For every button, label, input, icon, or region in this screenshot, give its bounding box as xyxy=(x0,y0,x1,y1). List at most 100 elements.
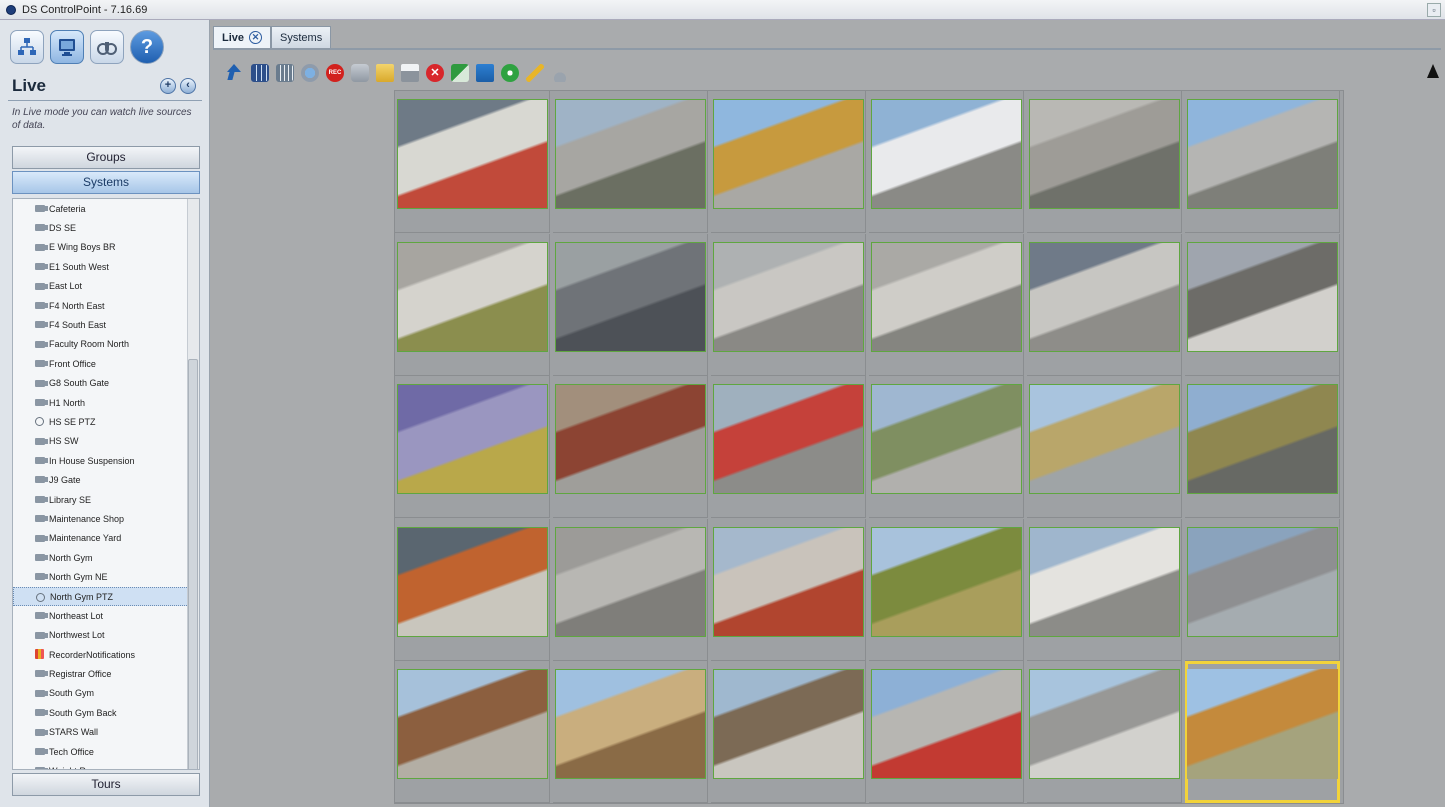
folder-icon[interactable] xyxy=(376,64,394,82)
collapse-button[interactable]: ‹ xyxy=(180,78,196,94)
edit-icon[interactable] xyxy=(476,64,494,82)
close-icon[interactable]: ✕ xyxy=(249,31,263,44)
systems-list-item[interactable]: North Gym NE xyxy=(13,567,199,586)
camera-feed[interactable] xyxy=(1029,526,1180,637)
layout-2x2-icon[interactable] xyxy=(251,64,269,82)
video-tile[interactable] xyxy=(711,91,866,233)
tab-live[interactable]: Live ✕ xyxy=(213,26,272,48)
systems-list-item[interactable]: East Lot xyxy=(13,277,199,296)
camera-feed[interactable] xyxy=(1029,99,1180,209)
systems-list-item[interactable]: HS SE PTZ xyxy=(13,412,199,431)
systems-list-item[interactable]: Registrar Office xyxy=(13,664,199,683)
systems-list-scrollbar[interactable] xyxy=(187,199,199,769)
camera-feed[interactable] xyxy=(1187,99,1338,209)
video-tile[interactable] xyxy=(711,661,866,803)
camera-feed[interactable] xyxy=(555,669,706,779)
camera-feed[interactable] xyxy=(397,241,548,352)
video-tile[interactable] xyxy=(395,376,550,518)
video-tile[interactable] xyxy=(395,91,550,233)
video-tile[interactable] xyxy=(1185,518,1340,661)
systems-list-item[interactable]: E Wing Boys BR xyxy=(13,238,199,257)
camera-icon[interactable] xyxy=(351,64,369,82)
video-tile[interactable] xyxy=(395,518,550,661)
systems-list-item[interactable]: G8 South Gate xyxy=(13,374,199,393)
video-tile[interactable] xyxy=(553,233,708,376)
video-tile[interactable] xyxy=(1027,376,1182,518)
systems-list-item[interactable]: Weight Room xyxy=(13,761,199,769)
systems-list-item[interactable]: Library SE xyxy=(13,490,199,509)
camera-feed[interactable] xyxy=(871,669,1022,779)
camera-feed[interactable] xyxy=(555,384,706,494)
add-button[interactable]: + xyxy=(160,78,176,94)
tours-button[interactable]: Tours xyxy=(12,773,200,796)
systems-list-item[interactable]: F4 South East xyxy=(13,315,199,334)
video-tile[interactable] xyxy=(869,233,1024,376)
systems-list-item[interactable]: North Gym xyxy=(13,548,199,567)
video-tile[interactable] xyxy=(1027,661,1182,803)
systems-list-item[interactable]: Maintenance Yard xyxy=(13,529,199,548)
scrollbar-thumb[interactable] xyxy=(188,359,198,769)
camera-feed[interactable] xyxy=(555,99,706,209)
joystick-icon[interactable] xyxy=(551,64,569,82)
search-mode-button[interactable] xyxy=(90,30,124,64)
window-control-button[interactable]: ▫ xyxy=(1427,3,1441,17)
camera-feed[interactable] xyxy=(1029,669,1180,779)
camera-feed[interactable] xyxy=(871,384,1022,494)
systems-list-item[interactable]: Cafeteria xyxy=(13,199,199,218)
camera-feed[interactable] xyxy=(1187,241,1338,352)
tool-icon[interactable] xyxy=(526,64,544,82)
systems-list-item[interactable]: RecorderNotifications xyxy=(13,645,199,664)
camera-feed[interactable] xyxy=(397,669,548,779)
tab-systems[interactable]: Systems xyxy=(271,26,332,48)
record-icon[interactable]: REC xyxy=(326,64,344,82)
systems-list-item[interactable]: Northwest Lot xyxy=(13,626,199,645)
video-tile[interactable] xyxy=(553,518,708,661)
network-icon[interactable] xyxy=(301,64,319,82)
systems-button[interactable]: Systems xyxy=(12,171,200,194)
ptz-control-icon[interactable] xyxy=(501,64,519,82)
systems-list-item[interactable]: J9 Gate xyxy=(13,470,199,489)
camera-feed[interactable] xyxy=(713,526,864,637)
systems-list-item[interactable]: North Gym PTZ xyxy=(13,586,199,607)
systems-list-item[interactable]: F4 North East xyxy=(13,296,199,315)
video-tile[interactable] xyxy=(395,233,550,376)
camera-feed[interactable] xyxy=(871,99,1022,209)
camera-feed[interactable] xyxy=(713,669,864,779)
systems-list-item[interactable]: Northeast Lot xyxy=(13,606,199,625)
live-mode-button[interactable] xyxy=(50,30,84,64)
video-tile[interactable] xyxy=(553,376,708,518)
network-mode-button[interactable] xyxy=(10,30,44,64)
groups-button[interactable]: Groups xyxy=(12,146,200,169)
systems-list-item[interactable]: HS SW xyxy=(13,432,199,451)
video-tile[interactable] xyxy=(1027,233,1182,376)
systems-list-item[interactable]: H1 North xyxy=(13,393,199,412)
video-tile[interactable] xyxy=(1027,91,1182,233)
video-tile[interactable] xyxy=(553,91,708,233)
systems-list-item[interactable]: DS SE xyxy=(13,218,199,237)
video-tile[interactable] xyxy=(711,233,866,376)
stop-icon[interactable]: ✕ xyxy=(426,64,444,82)
video-tile[interactable] xyxy=(1185,376,1340,518)
camera-feed[interactable] xyxy=(1029,384,1180,494)
camera-feed[interactable] xyxy=(555,526,706,637)
camera-feed[interactable] xyxy=(871,241,1022,352)
video-tile[interactable] xyxy=(711,376,866,518)
video-tile[interactable] xyxy=(553,661,708,803)
camera-feed[interactable] xyxy=(1187,526,1338,637)
systems-list-item[interactable]: South Gym xyxy=(13,684,199,703)
camera-feed[interactable] xyxy=(713,384,864,494)
camera-feed[interactable] xyxy=(1187,384,1338,494)
camera-feed[interactable] xyxy=(871,526,1022,637)
video-tile[interactable] xyxy=(1185,661,1340,803)
video-tile[interactable] xyxy=(711,518,866,661)
help-button[interactable]: ? xyxy=(130,30,164,64)
camera-feed[interactable] xyxy=(397,99,548,209)
camera-feed[interactable] xyxy=(713,99,864,209)
flag-icon[interactable] xyxy=(451,64,469,82)
video-tile[interactable] xyxy=(395,661,550,803)
systems-list-item[interactable]: STARS Wall xyxy=(13,723,199,742)
video-tile[interactable] xyxy=(869,91,1024,233)
systems-list-item[interactable]: South Gym Back xyxy=(13,703,199,722)
camera-feed[interactable] xyxy=(397,384,548,494)
camera-feed[interactable] xyxy=(1187,669,1338,779)
